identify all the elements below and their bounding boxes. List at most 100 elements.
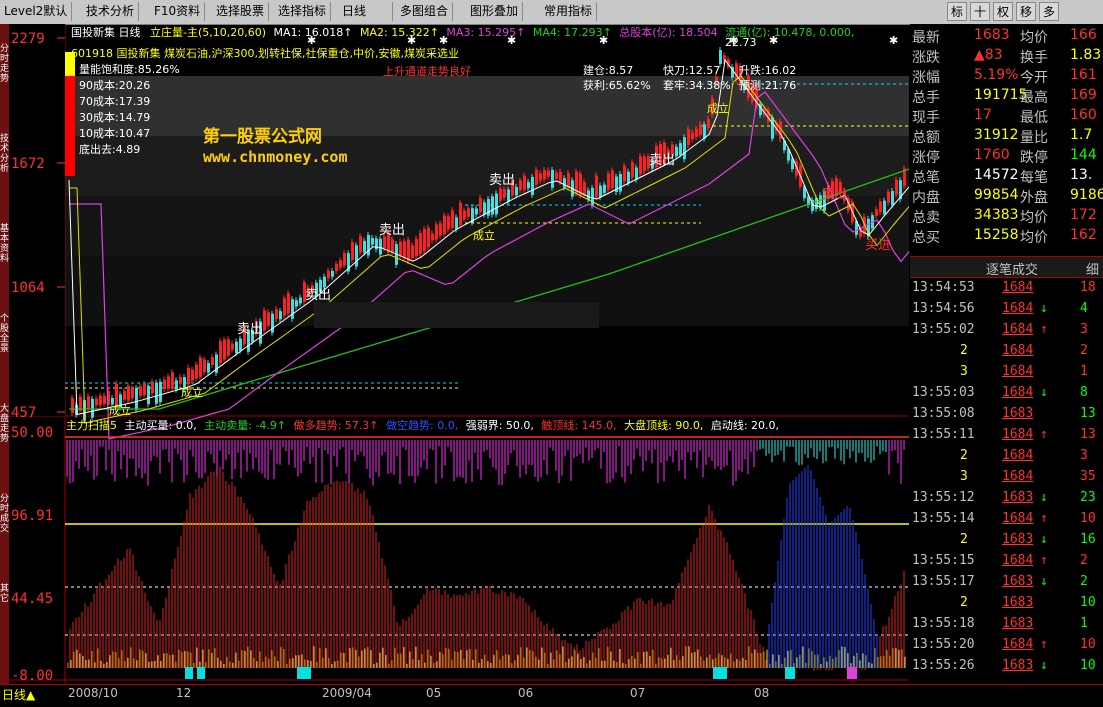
- quote-label: 换手: [1020, 50, 1048, 66]
- trade-volume: 10: [1080, 658, 1096, 673]
- trade-price: 1683: [1002, 574, 1034, 589]
- daily-line-button[interactable]: 日线: [338, 2, 393, 21]
- trade-price: 1684: [1002, 301, 1034, 316]
- trade-volume: 3: [1080, 448, 1088, 463]
- trade-volume: 3: [1080, 322, 1088, 337]
- date-tick: 12: [176, 686, 192, 700]
- trade-price: 1684: [1002, 280, 1034, 295]
- tab-technical[interactable]: 技术分析: [0, 134, 9, 174]
- trade-time: 13:55:15: [912, 553, 975, 568]
- trade-time: 3: [960, 469, 968, 484]
- date-tick: 06: [518, 686, 534, 700]
- sub-chart-header: 主力扫描5 主动买量: 0.0, 主动卖量: -4.9↑ 做多趋势: 57.3↑…: [66, 417, 779, 433]
- ma3-value: MA3: 15.295↑: [446, 26, 526, 39]
- trade-price: 1684: [1002, 427, 1034, 442]
- technical-analysis-button[interactable]: 技术分析: [82, 2, 140, 21]
- stock-title[interactable]: 国投新集 日线: [71, 26, 141, 39]
- trade-volume: 2: [1080, 553, 1088, 568]
- period-toggle[interactable]: 日线▲: [2, 686, 35, 703]
- tab-market[interactable]: 大盘走势: [0, 404, 9, 444]
- overlay-button[interactable]: 图形叠加: [466, 2, 524, 21]
- energy-label: 量能饱和度:85.26%: [79, 63, 180, 76]
- jiancang-label: 建仓:8.57: [583, 64, 634, 77]
- quote-row: 总买 15258 均价 162: [910, 225, 1103, 246]
- trade-direction: ↓: [1040, 574, 1048, 589]
- toolbar: Level2默认 技术分析 F10资料 选择股票 选择指标 日线 多图组合 图形…: [0, 0, 1103, 25]
- quote-row: 涨停 1760 跌停 144: [910, 145, 1103, 166]
- sell-signal: 卖出: [379, 223, 405, 238]
- trade-price: 1684: [1002, 553, 1034, 568]
- indicator-name[interactable]: 立庄量-主(5,10,20,60): [150, 26, 266, 39]
- trade-direction: ↑: [1040, 322, 1048, 337]
- trades-detail-tab[interactable]: 细: [1086, 259, 1099, 278]
- sub-axis-44: 44.45: [11, 591, 53, 607]
- tab-intraday[interactable]: 分时走势: [0, 44, 9, 84]
- quote-panel: 最新 1683 均价 166 涨跌 ▲83 换手 1.83 涨幅 5.19% 今开 161 总手 1917…: [910, 24, 1103, 254]
- quote-label: 涨停: [912, 150, 940, 166]
- top-line-value: 触顶线: 145.0,: [541, 419, 617, 432]
- quote-value: 1683: [974, 27, 1010, 43]
- trade-volume: 23: [1080, 490, 1096, 505]
- tab-basic-info[interactable]: 基本资料: [0, 224, 9, 264]
- total-shares: 总股本(亿): 18.504: [619, 26, 718, 39]
- multi-button[interactable]: 多: [1039, 2, 1059, 21]
- date-tick: 2008/10: [68, 686, 118, 700]
- select-stock-button[interactable]: 选择股票: [212, 2, 270, 21]
- select-indicator-button[interactable]: 选择指标: [274, 2, 332, 21]
- sub-axis-minus8: -8.00: [11, 668, 53, 684]
- quote-value: 172: [1070, 207, 1097, 223]
- trade-price: 1684: [1002, 385, 1034, 400]
- trade-price: 1683: [1002, 595, 1034, 610]
- trade-volume: 2: [1080, 343, 1088, 358]
- trade-volume: 10: [1080, 595, 1096, 610]
- trade-time: 2: [960, 343, 968, 358]
- sub-indicator-name[interactable]: 主力扫描5: [66, 419, 117, 432]
- mark-button[interactable]: 标: [947, 2, 967, 21]
- quote-row: 总笔 14572 每笔 13.: [910, 165, 1103, 186]
- crosshair-button[interactable]: 十: [970, 2, 990, 21]
- trade-row: 13:55:08 1683 13: [910, 403, 1103, 424]
- strong-weak: 强弱界: 50.0,: [465, 419, 534, 432]
- quote-value: 5.19%: [974, 67, 1019, 83]
- trade-row: 13:54:53 1684 18: [910, 277, 1103, 298]
- tab-other[interactable]: 其它: [0, 584, 9, 604]
- quote-label: 均价: [1020, 230, 1048, 246]
- date-tick: 2009/04: [322, 686, 372, 700]
- deal-signal: 成立: [109, 403, 131, 417]
- sell-signal: 卖出: [821, 187, 847, 202]
- common-indicator-button[interactable]: 常用指标: [540, 2, 598, 21]
- quote-value: 34383: [974, 207, 1019, 223]
- multi-chart-button[interactable]: 多图组合: [396, 2, 454, 21]
- quote-value: 17: [974, 107, 992, 123]
- tab-panorama[interactable]: 个股全景: [0, 314, 9, 354]
- cost10-label: 10成本:10.47: [79, 127, 151, 140]
- quote-value: 161: [1070, 67, 1097, 83]
- rights-button[interactable]: 权: [993, 2, 1013, 21]
- trade-time: 13:55:14: [912, 511, 975, 526]
- trades-title[interactable]: 逐笔成交: [986, 259, 1038, 278]
- trade-price: 1683: [1002, 490, 1034, 505]
- bear-trend: 做空趋势: 0.0,: [386, 419, 459, 432]
- trade-time: 13:55:17: [912, 574, 975, 589]
- trend-label: 上升通道走势良好: [383, 65, 471, 78]
- trade-volume: 8: [1080, 385, 1088, 400]
- trade-row: 13:54:56 1684 ↓ 4: [910, 298, 1103, 319]
- move-button[interactable]: 移: [1016, 2, 1036, 21]
- level2-default-button[interactable]: Level2默认: [0, 2, 73, 21]
- kuaidao-label: 快刀:12.57: [663, 64, 721, 77]
- price-axis-457: 457: [11, 405, 36, 421]
- quote-row: 涨跌 ▲83 换手 1.83: [910, 45, 1103, 66]
- quote-value: 166: [1070, 27, 1097, 43]
- price-axis-1672: 1672: [11, 156, 45, 172]
- price-axis-2279: 2279: [11, 31, 45, 47]
- shengdie-label: 升跌:16.02: [739, 64, 797, 77]
- kline-chart-area[interactable]: 2279 1672 1064 457 ✱✱✱ ✱✱✱ ✱✱ 卖出 卖出: [9, 24, 910, 684]
- date-tick: 05: [426, 686, 442, 700]
- ma2-value: MA2: 15.322↑: [359, 26, 439, 39]
- bottom-marker-magenta: [847, 667, 857, 679]
- tab-trades[interactable]: 分时成交: [0, 494, 9, 534]
- trade-volume: 13: [1080, 406, 1096, 421]
- trade-direction: ↓: [1040, 532, 1048, 547]
- f10-info-button[interactable]: F10资料: [150, 2, 206, 21]
- trade-time: 2: [960, 448, 968, 463]
